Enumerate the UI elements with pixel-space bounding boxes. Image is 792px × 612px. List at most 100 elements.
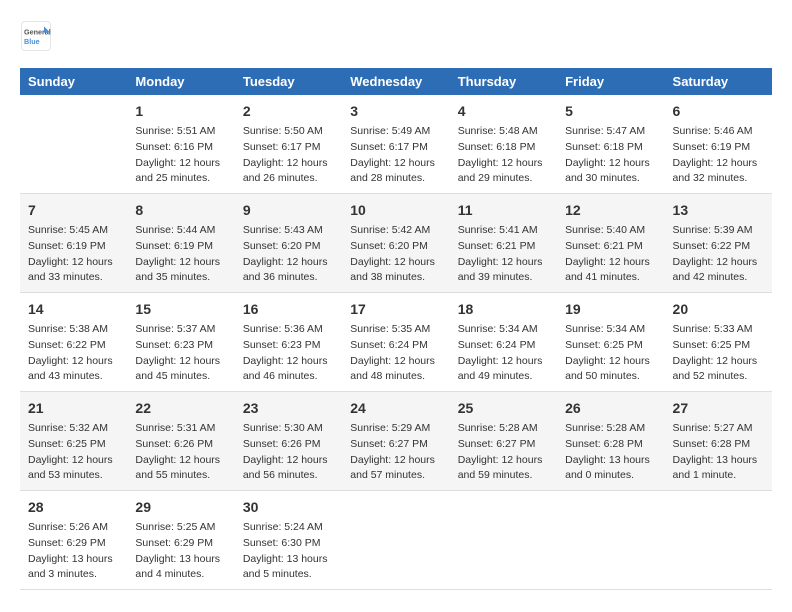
day-number: 6 [673,101,764,122]
day-number: 16 [243,299,334,320]
day-info: Sunrise: 5:51 AM Sunset: 6:16 PM Dayligh… [135,124,226,187]
calendar-cell [20,95,127,194]
day-number: 3 [350,101,441,122]
calendar-cell: 11Sunrise: 5:41 AM Sunset: 6:21 PM Dayli… [450,194,557,293]
week-row-4: 21Sunrise: 5:32 AM Sunset: 6:25 PM Dayli… [20,392,772,491]
day-number: 5 [565,101,656,122]
calendar-cell: 9Sunrise: 5:43 AM Sunset: 6:20 PM Daylig… [235,194,342,293]
calendar-cell: 27Sunrise: 5:27 AM Sunset: 6:28 PM Dayli… [665,392,772,491]
day-number: 14 [28,299,119,320]
day-number: 4 [458,101,549,122]
day-number: 24 [350,398,441,419]
calendar-cell: 14Sunrise: 5:38 AM Sunset: 6:22 PM Dayli… [20,293,127,392]
day-info: Sunrise: 5:49 AM Sunset: 6:17 PM Dayligh… [350,124,441,187]
day-info: Sunrise: 5:41 AM Sunset: 6:21 PM Dayligh… [458,223,549,286]
calendar-cell: 24Sunrise: 5:29 AM Sunset: 6:27 PM Dayli… [342,392,449,491]
logo: General Blue [20,20,52,52]
day-number: 7 [28,200,119,221]
calendar-cell: 3Sunrise: 5:49 AM Sunset: 6:17 PM Daylig… [342,95,449,194]
column-header-thursday: Thursday [450,68,557,95]
day-info: Sunrise: 5:28 AM Sunset: 6:28 PM Dayligh… [565,421,656,484]
day-info: Sunrise: 5:42 AM Sunset: 6:20 PM Dayligh… [350,223,441,286]
week-row-3: 14Sunrise: 5:38 AM Sunset: 6:22 PM Dayli… [20,293,772,392]
day-info: Sunrise: 5:31 AM Sunset: 6:26 PM Dayligh… [135,421,226,484]
day-info: Sunrise: 5:26 AM Sunset: 6:29 PM Dayligh… [28,520,119,583]
calendar-cell [342,491,449,590]
day-info: Sunrise: 5:29 AM Sunset: 6:27 PM Dayligh… [350,421,441,484]
calendar-cell: 23Sunrise: 5:30 AM Sunset: 6:26 PM Dayli… [235,392,342,491]
column-header-tuesday: Tuesday [235,68,342,95]
calendar-cell: 20Sunrise: 5:33 AM Sunset: 6:25 PM Dayli… [665,293,772,392]
calendar-table: SundayMondayTuesdayWednesdayThursdayFrid… [20,68,772,590]
day-number: 26 [565,398,656,419]
day-info: Sunrise: 5:24 AM Sunset: 6:30 PM Dayligh… [243,520,334,583]
day-info: Sunrise: 5:44 AM Sunset: 6:19 PM Dayligh… [135,223,226,286]
day-info: Sunrise: 5:25 AM Sunset: 6:29 PM Dayligh… [135,520,226,583]
day-number: 20 [673,299,764,320]
calendar-cell: 16Sunrise: 5:36 AM Sunset: 6:23 PM Dayli… [235,293,342,392]
day-info: Sunrise: 5:45 AM Sunset: 6:19 PM Dayligh… [28,223,119,286]
day-info: Sunrise: 5:30 AM Sunset: 6:26 PM Dayligh… [243,421,334,484]
column-header-sunday: Sunday [20,68,127,95]
calendar-cell: 2Sunrise: 5:50 AM Sunset: 6:17 PM Daylig… [235,95,342,194]
day-number: 27 [673,398,764,419]
day-info: Sunrise: 5:40 AM Sunset: 6:21 PM Dayligh… [565,223,656,286]
day-number: 1 [135,101,226,122]
calendar-cell [450,491,557,590]
calendar-cell: 22Sunrise: 5:31 AM Sunset: 6:26 PM Dayli… [127,392,234,491]
week-row-1: 1Sunrise: 5:51 AM Sunset: 6:16 PM Daylig… [20,95,772,194]
day-number: 10 [350,200,441,221]
calendar-cell: 19Sunrise: 5:34 AM Sunset: 6:25 PM Dayli… [557,293,664,392]
day-info: Sunrise: 5:46 AM Sunset: 6:19 PM Dayligh… [673,124,764,187]
day-number: 22 [135,398,226,419]
calendar-cell: 30Sunrise: 5:24 AM Sunset: 6:30 PM Dayli… [235,491,342,590]
calendar-cell: 10Sunrise: 5:42 AM Sunset: 6:20 PM Dayli… [342,194,449,293]
day-number: 30 [243,497,334,518]
day-info: Sunrise: 5:28 AM Sunset: 6:27 PM Dayligh… [458,421,549,484]
day-number: 19 [565,299,656,320]
calendar-cell: 1Sunrise: 5:51 AM Sunset: 6:16 PM Daylig… [127,95,234,194]
day-number: 29 [135,497,226,518]
day-number: 8 [135,200,226,221]
day-number: 25 [458,398,549,419]
day-info: Sunrise: 5:34 AM Sunset: 6:24 PM Dayligh… [458,322,549,385]
calendar-cell: 18Sunrise: 5:34 AM Sunset: 6:24 PM Dayli… [450,293,557,392]
calendar-cell: 26Sunrise: 5:28 AM Sunset: 6:28 PM Dayli… [557,392,664,491]
calendar-cell: 29Sunrise: 5:25 AM Sunset: 6:29 PM Dayli… [127,491,234,590]
calendar-header: SundayMondayTuesdayWednesdayThursdayFrid… [20,68,772,95]
column-header-saturday: Saturday [665,68,772,95]
day-number: 21 [28,398,119,419]
calendar-cell [557,491,664,590]
day-number: 18 [458,299,549,320]
day-info: Sunrise: 5:48 AM Sunset: 6:18 PM Dayligh… [458,124,549,187]
calendar-cell: 21Sunrise: 5:32 AM Sunset: 6:25 PM Dayli… [20,392,127,491]
day-info: Sunrise: 5:39 AM Sunset: 6:22 PM Dayligh… [673,223,764,286]
column-header-monday: Monday [127,68,234,95]
day-number: 13 [673,200,764,221]
calendar-cell: 13Sunrise: 5:39 AM Sunset: 6:22 PM Dayli… [665,194,772,293]
day-number: 2 [243,101,334,122]
logo-icon: General Blue [20,20,52,52]
day-number: 12 [565,200,656,221]
calendar-cell: 15Sunrise: 5:37 AM Sunset: 6:23 PM Dayli… [127,293,234,392]
day-info: Sunrise: 5:35 AM Sunset: 6:24 PM Dayligh… [350,322,441,385]
calendar-cell: 4Sunrise: 5:48 AM Sunset: 6:18 PM Daylig… [450,95,557,194]
day-info: Sunrise: 5:50 AM Sunset: 6:17 PM Dayligh… [243,124,334,187]
day-number: 17 [350,299,441,320]
day-info: Sunrise: 5:32 AM Sunset: 6:25 PM Dayligh… [28,421,119,484]
calendar-cell: 28Sunrise: 5:26 AM Sunset: 6:29 PM Dayli… [20,491,127,590]
calendar-body: 1Sunrise: 5:51 AM Sunset: 6:16 PM Daylig… [20,95,772,590]
week-row-5: 28Sunrise: 5:26 AM Sunset: 6:29 PM Dayli… [20,491,772,590]
calendar-cell: 25Sunrise: 5:28 AM Sunset: 6:27 PM Dayli… [450,392,557,491]
day-info: Sunrise: 5:27 AM Sunset: 6:28 PM Dayligh… [673,421,764,484]
day-info: Sunrise: 5:38 AM Sunset: 6:22 PM Dayligh… [28,322,119,385]
page-header: General Blue [20,20,772,52]
day-number: 28 [28,497,119,518]
calendar-cell: 5Sunrise: 5:47 AM Sunset: 6:18 PM Daylig… [557,95,664,194]
day-info: Sunrise: 5:47 AM Sunset: 6:18 PM Dayligh… [565,124,656,187]
calendar-cell: 8Sunrise: 5:44 AM Sunset: 6:19 PM Daylig… [127,194,234,293]
calendar-cell: 6Sunrise: 5:46 AM Sunset: 6:19 PM Daylig… [665,95,772,194]
svg-text:Blue: Blue [24,37,40,46]
calendar-cell [665,491,772,590]
header-row: SundayMondayTuesdayWednesdayThursdayFrid… [20,68,772,95]
